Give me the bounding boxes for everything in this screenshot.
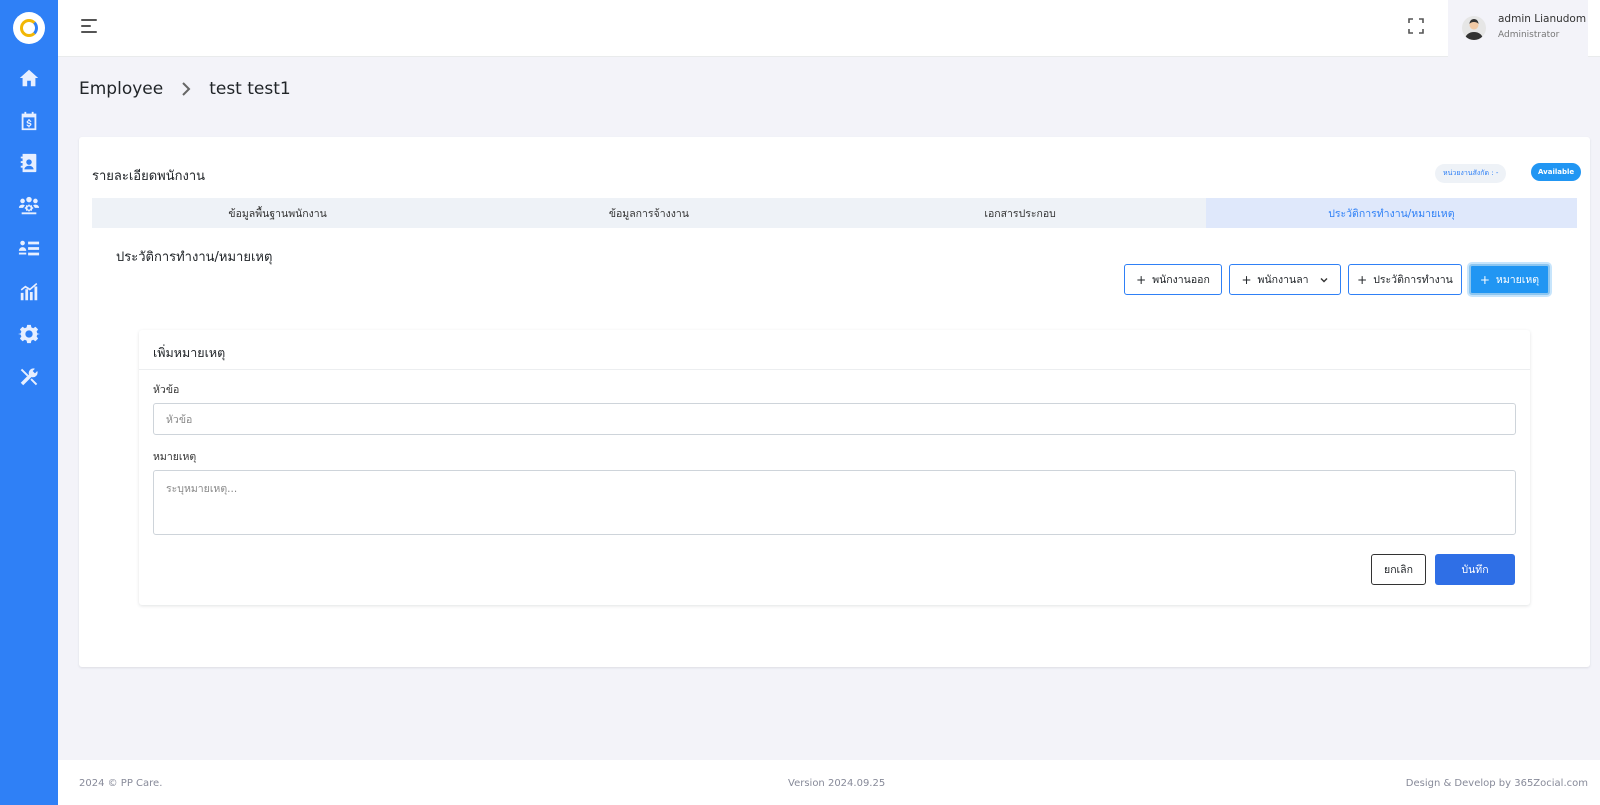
- fullscreen-icon[interactable]: [1408, 18, 1424, 34]
- footer-version: Version 2024.09.25: [788, 778, 886, 789]
- user-name: admin Lianudom: [1498, 13, 1587, 25]
- action-buttons: + พนักงานออก + พนักงานลา + ประวัติการทำงาน …: [1124, 264, 1550, 295]
- chart-icon[interactable]: [17, 280, 41, 304]
- topic-label: หัวข้อ: [153, 384, 180, 396]
- add-note-form: เพิ่มหมายเหตุ หัวข้อ หัวข้อ หมายเหตุ ระบ…: [139, 330, 1530, 605]
- plus-icon: +: [1136, 272, 1147, 287]
- form-title: เพิ่มหมายเหตุ: [153, 345, 226, 360]
- calendar-dollar-icon[interactable]: [17, 109, 41, 133]
- resign-button[interactable]: + พนักงานออก: [1124, 264, 1222, 295]
- form-header: เพิ่มหมายเหตุ: [139, 330, 1530, 370]
- work-history-button[interactable]: + ประวัติการทำงาน: [1348, 264, 1462, 295]
- plus-icon: +: [1479, 272, 1490, 287]
- topbar: admin Lianudom Administrator: [58, 0, 1600, 57]
- breadcrumb: Employee test test1: [79, 79, 291, 99]
- user-role: Administrator: [1498, 30, 1560, 40]
- chevron-down-icon: [1320, 277, 1328, 282]
- leave-button[interactable]: + พนักงานลา: [1229, 264, 1341, 295]
- add-note-label: หมายเหตุ: [1495, 274, 1540, 286]
- add-note-button[interactable]: + หมายเหตุ: [1469, 264, 1550, 295]
- employee-detail-card: รายละเอียดพนักงาน หน่วยงานสังกัด : - Ava…: [79, 137, 1590, 667]
- breadcrumb-parent[interactable]: Employee: [79, 79, 163, 99]
- footer-copyright: 2024 © PP Care.: [79, 778, 163, 789]
- user-menu[interactable]: admin Lianudom Administrator: [1448, 0, 1588, 57]
- section-title: ประวัติการทำงาน/หมายเหตุ: [116, 250, 273, 265]
- logo-icon: [20, 19, 38, 37]
- home-icon[interactable]: [17, 66, 41, 90]
- menu-toggle-icon[interactable]: [81, 19, 99, 35]
- resign-label: พนักงานออก: [1152, 274, 1210, 286]
- work-history-label: ประวัติการทำงาน: [1373, 274, 1453, 286]
- save-button[interactable]: บันทึก: [1435, 554, 1515, 585]
- tab-basic-info[interactable]: ข้อมูลพื้นฐานพนักงาน: [92, 198, 463, 228]
- app-logo[interactable]: [13, 12, 45, 44]
- footer-credit: Design & Develop by 365Zocial.com: [1405, 778, 1588, 789]
- chevron-right-icon: [182, 82, 191, 96]
- status-badge: Available: [1531, 163, 1582, 181]
- users-gear-icon[interactable]: [17, 194, 41, 218]
- note-textarea[interactable]: ระบุหมายเหตุ...: [153, 470, 1516, 535]
- leave-label: พนักงานลา: [1257, 274, 1309, 286]
- tab-employment[interactable]: ข้อมูลการจ้างงาน: [463, 198, 834, 228]
- contact-book-icon[interactable]: [17, 151, 41, 175]
- gear-icon[interactable]: [17, 322, 41, 346]
- footer: 2024 © PP Care. Version 2024.09.25 Desig…: [58, 760, 1600, 805]
- sidebar: [0, 0, 58, 805]
- unit-badge: หน่วยงานสังกัด : -: [1435, 164, 1507, 183]
- tab-history-notes[interactable]: ประวัติการทำงาน/หมายเหตุ: [1205, 198, 1577, 228]
- breadcrumb-current: test test1: [209, 79, 291, 99]
- tab-bar: ข้อมูลพื้นฐานพนักงาน ข้อมูลการจ้างงาน เอ…: [92, 198, 1577, 228]
- plus-icon: +: [1241, 272, 1252, 287]
- cancel-button[interactable]: ยกเลิก: [1371, 554, 1426, 585]
- user-list-icon[interactable]: [17, 237, 41, 261]
- tab-documents[interactable]: เอกสารประกอบ: [835, 198, 1206, 228]
- tools-icon[interactable]: [17, 365, 41, 389]
- note-label: หมายเหตุ: [153, 451, 197, 463]
- avatar: [1462, 16, 1486, 40]
- topic-input[interactable]: หัวข้อ: [153, 403, 1516, 435]
- card-title: รายละเอียดพนักงาน: [92, 169, 206, 184]
- plus-icon: +: [1357, 272, 1368, 287]
